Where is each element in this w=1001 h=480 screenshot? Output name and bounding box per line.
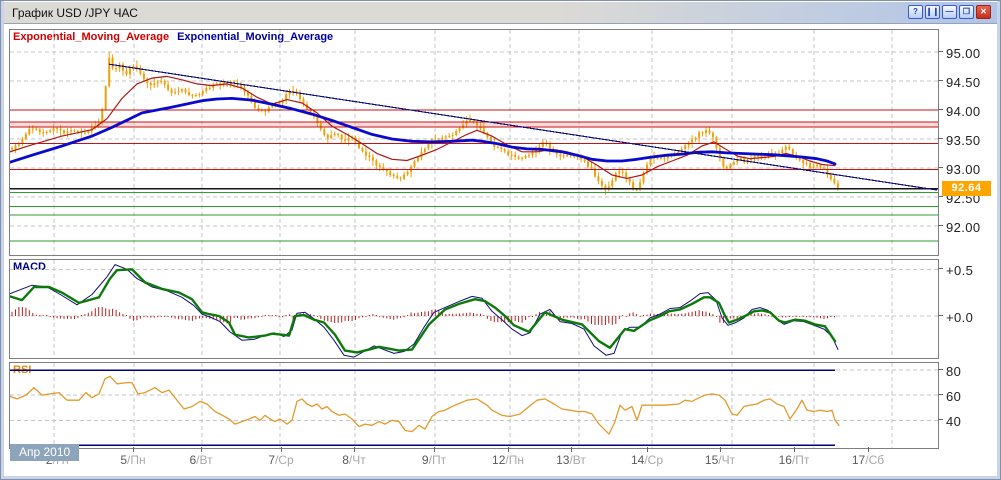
pause-button[interactable]: ❙❙ [925,5,940,19]
y-axis-tick [938,268,943,269]
y-axis-tick [938,51,943,52]
x-axis-label: 14/Ср [617,453,677,467]
y-axis-tick [938,394,943,395]
price-label: 92.00 [946,220,998,235]
x-axis-label: 5/Пн [103,453,163,467]
y-axis-tick [938,369,943,370]
y-axis-tick [938,315,943,316]
help-button[interactable]: ? [908,5,923,19]
x-axis-label: 15/Чт [690,453,750,467]
y-axis-tick [938,80,943,81]
close-button[interactable]: ✕ [976,5,991,19]
y-axis-tick [938,419,943,420]
rsi-axis-label: 40 [946,414,998,429]
x-axis-label: 9/Пт [404,453,464,467]
price-label: 94.50 [946,75,998,90]
maximize-button[interactable]: ❐ [959,5,974,19]
x-axis-label: 12/Пн [478,453,538,467]
window-title: График USD /JPY ЧАС [12,6,138,20]
rsi-axis-label: 60 [946,389,998,404]
main-chart-panel[interactable]: Exponential_Moving_AverageExponential_Mo… [9,29,939,256]
macd-axis-label: +0.0 [946,310,998,325]
x-axis-tick [434,447,435,452]
rsi-panel[interactable]: RSI [9,362,939,449]
x-axis-label: 8/Чт [324,453,384,467]
price-label: 93.50 [946,133,998,148]
macd-canvas [10,260,938,358]
x-axis-label: 6/Вт [171,453,231,467]
window-buttons: ?❙❙—❐✕ [908,5,991,19]
y-axis-tick [938,167,943,168]
y-axis-tick [938,109,943,110]
x-axis-label: 16/Пт [764,453,824,467]
x-axis-tick [720,447,721,452]
month-label: Апр 2010 [10,444,79,461]
x-axis-label: 13/Вт [541,453,601,467]
x-axis-tick [794,447,795,452]
chart-window: График USD /JPY ЧАС ?❙❙—❐✕ Exponential_M… [0,0,1001,480]
rsi-canvas [10,363,938,448]
price-label: 93.00 [946,162,998,177]
main-chart-canvas [10,30,938,255]
macd-axis-label: +0.5 [946,263,998,278]
current-price-badge: 92.64 [942,181,991,196]
x-axis-tick [354,447,355,452]
macd-panel[interactable]: MACD [9,259,939,359]
x-axis-tick [133,447,134,452]
x-axis-tick [281,447,282,452]
y-axis-tick [938,138,943,139]
y-axis-tick [938,225,943,226]
x-axis-tick [868,447,869,452]
minimize-button[interactable]: — [942,5,957,19]
x-axis-tick [508,447,509,452]
title-bar[interactable]: График USD /JPY ЧАС ?❙❙—❐✕ [2,2,999,24]
x-axis-tick [201,447,202,452]
price-label: 94.00 [946,104,998,119]
x-axis-label: 17/Сб [838,453,898,467]
price-label: 95.00 [946,46,998,61]
x-axis-tick [647,447,648,452]
x-axis-tick [571,447,572,452]
x-axis-label: 7/Ср [251,453,311,467]
rsi-axis-label: 80 [946,364,998,379]
